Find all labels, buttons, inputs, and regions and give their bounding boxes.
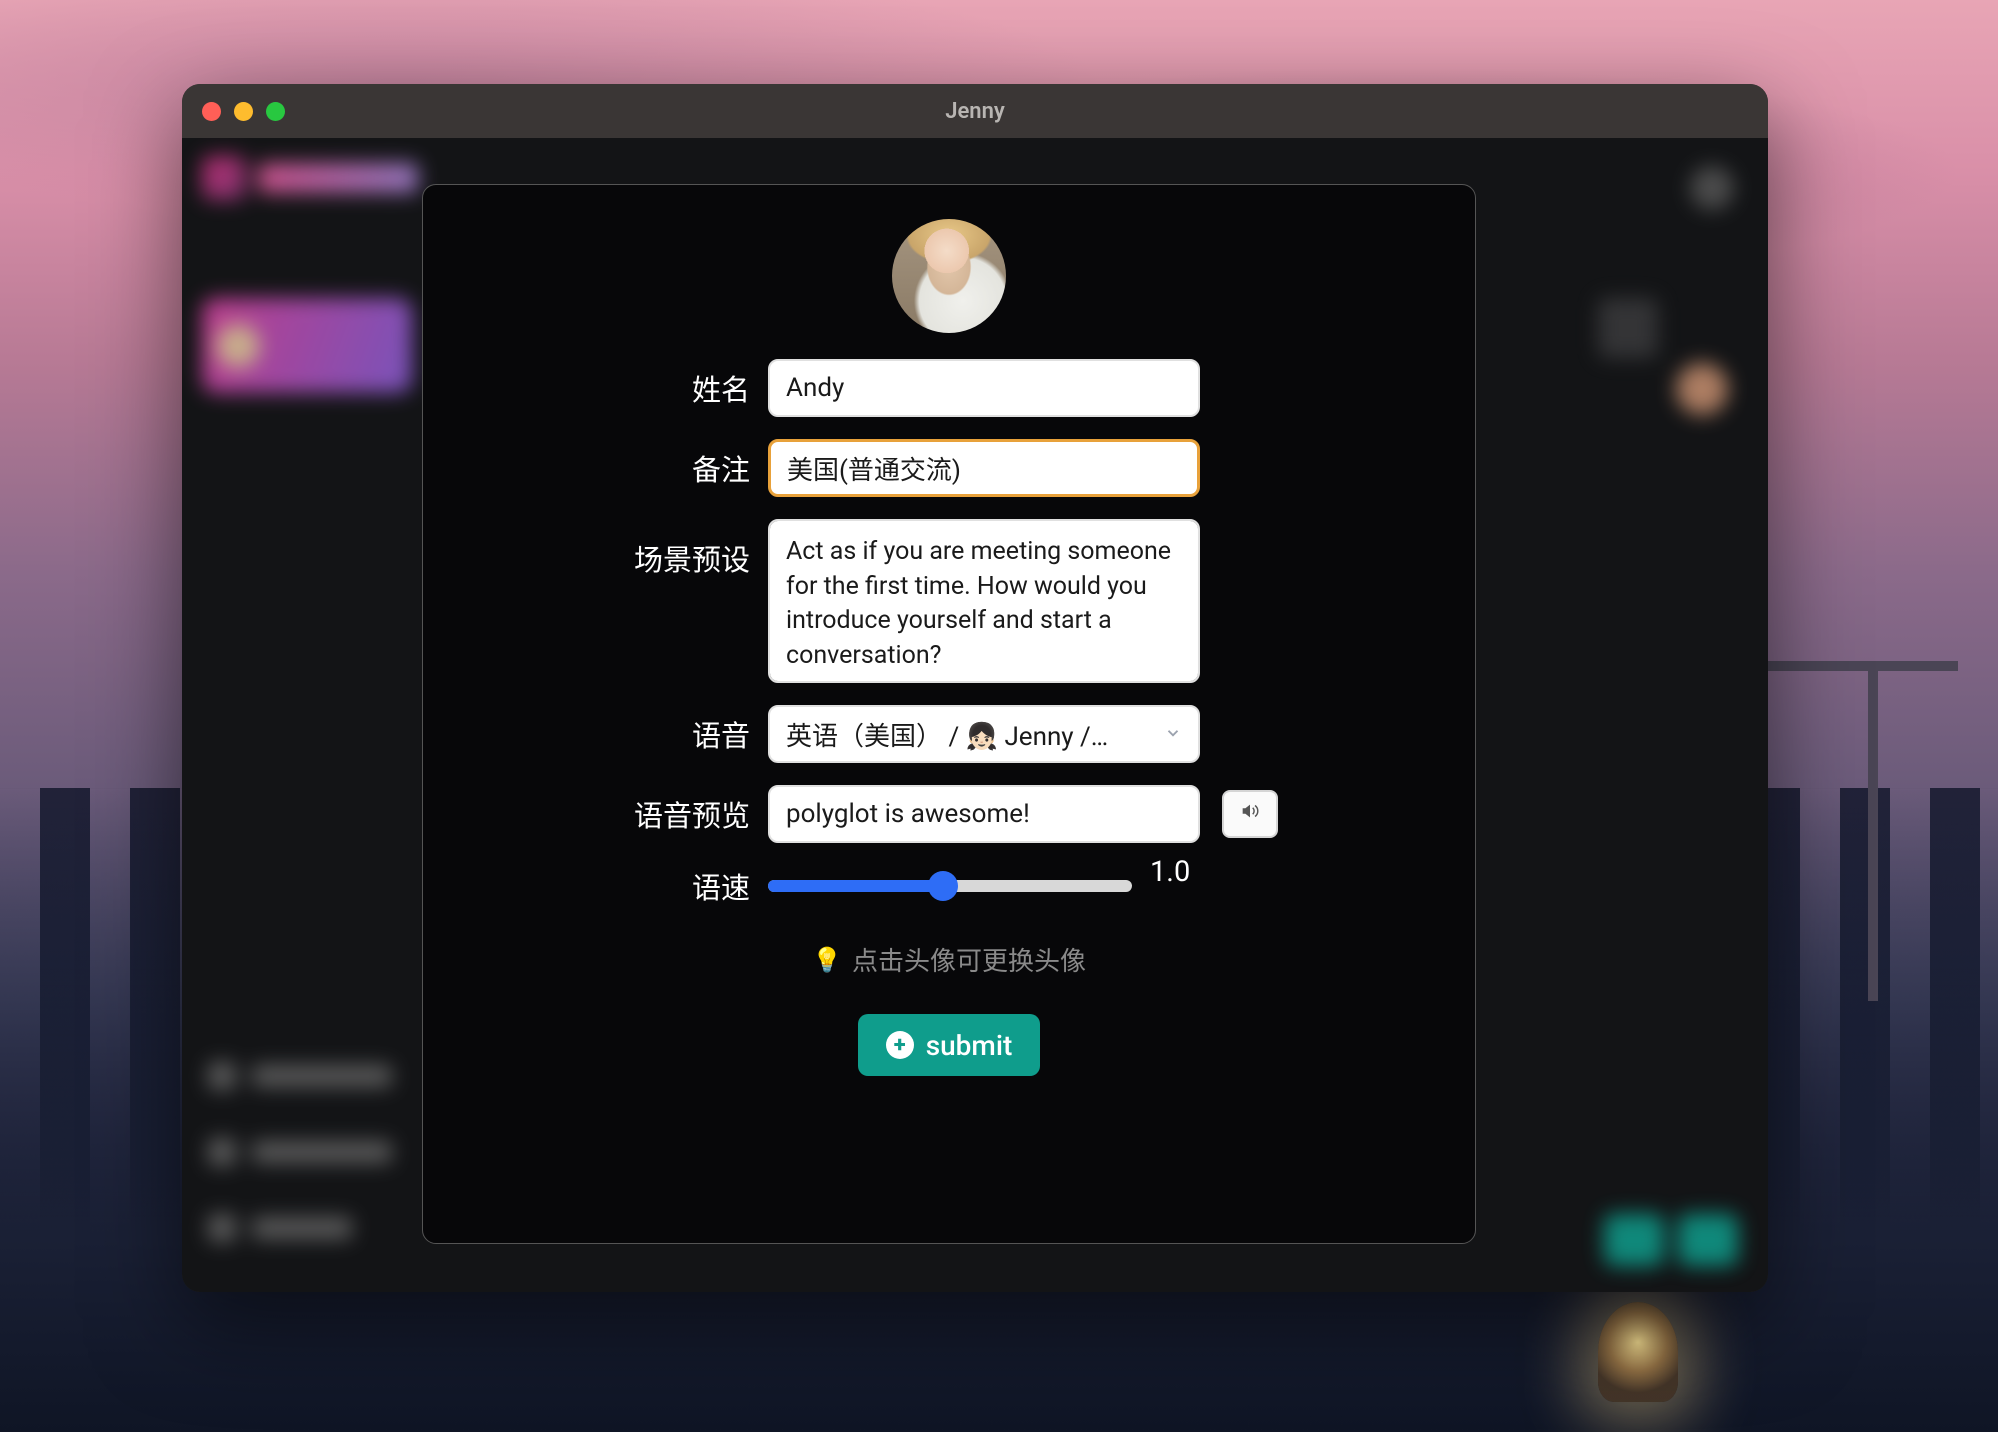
avatar[interactable] [892, 219, 1006, 333]
settings-form: 姓名 备注 场景预设 Act as if you are meeting som… [620, 359, 1278, 907]
maximize-window-button[interactable] [266, 102, 285, 121]
voice-select-value: 英语（美国） / 👧🏻 Jenny /… [786, 716, 1108, 753]
speed-label: 语速 [620, 865, 750, 907]
slider-fill [768, 880, 943, 892]
speaker-icon [1239, 800, 1261, 828]
plus-icon: + [886, 1031, 914, 1059]
remark-input[interactable] [768, 439, 1200, 497]
preview-label: 语音预览 [620, 793, 750, 835]
submit-label: submit [926, 1029, 1013, 1062]
name-input[interactable] [768, 359, 1200, 417]
name-label: 姓名 [620, 367, 750, 409]
speed-row: 语速 1.0 [620, 865, 1278, 907]
close-window-button[interactable] [202, 102, 221, 121]
voice-select[interactable]: 英语（美国） / 👧🏻 Jenny /… [768, 705, 1200, 763]
voice-row: 语音 英语（美国） / 👧🏻 Jenny /… [620, 705, 1278, 763]
speed-slider[interactable] [768, 880, 1132, 892]
titlebar: Jenny [182, 84, 1768, 138]
voice-label: 语音 [620, 713, 750, 755]
character-settings-modal: 姓名 备注 场景预设 Act as if you are meeting som… [422, 184, 1476, 1244]
avatar-hint: 💡 点击头像可更换头像 [812, 941, 1086, 978]
preset-textarea[interactable]: Act as if you are meeting someone for th… [768, 519, 1200, 683]
remark-label: 备注 [620, 447, 750, 489]
hint-text: 点击头像可更换头像 [852, 941, 1086, 978]
preset-row: 场景预设 Act as if you are meeting someone f… [620, 519, 1278, 683]
preview-row: 语音预览 [620, 785, 1278, 843]
minimize-window-button[interactable] [234, 102, 253, 121]
play-preview-button[interactable] [1222, 790, 1278, 838]
window-title: Jenny [945, 99, 1005, 124]
name-row: 姓名 [620, 359, 1278, 417]
chevron-down-icon [1164, 719, 1182, 749]
speed-value: 1.0 [1150, 855, 1200, 889]
submit-button[interactable]: + submit [858, 1014, 1041, 1076]
preview-input[interactable] [768, 785, 1200, 843]
slider-thumb[interactable] [928, 871, 958, 901]
window-controls [202, 102, 285, 121]
remark-row: 备注 [620, 439, 1278, 497]
lightbulb-icon: 💡 [812, 946, 842, 974]
app-body: 姓名 备注 场景预设 Act as if you are meeting som… [182, 138, 1768, 1292]
app-window: Jenny [182, 84, 1768, 1292]
preset-label: 场景预设 [620, 519, 750, 579]
